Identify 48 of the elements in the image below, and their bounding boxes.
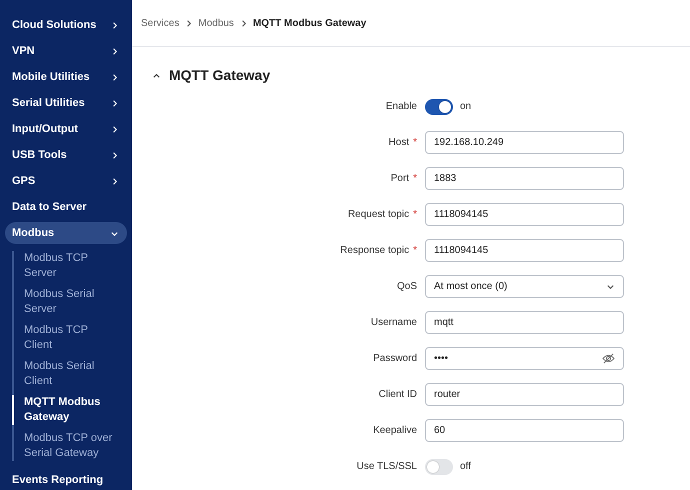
field-label: Port bbox=[390, 173, 410, 184]
input-field[interactable]: 1118094145 bbox=[425, 239, 624, 262]
input-field[interactable]: mqtt bbox=[425, 311, 624, 334]
sidebar-subitem[interactable]: Modbus TCP Server bbox=[12, 251, 127, 281]
sidebar-subitem[interactable]: MQTT Modbus Gateway bbox=[12, 395, 127, 425]
sidebar-item[interactable]: USB Tools bbox=[5, 144, 127, 166]
field-label: Username bbox=[370, 317, 417, 328]
toggle-switch[interactable] bbox=[425, 458, 453, 474]
sidebar-subitem[interactable]: Modbus TCP over Serial Gateway bbox=[12, 431, 127, 461]
sidebar-item[interactable]: GPS bbox=[5, 170, 127, 192]
required-mark: * bbox=[413, 245, 417, 256]
sidebar-item[interactable]: Cloud Solutions bbox=[5, 14, 127, 36]
field-label: Client ID bbox=[378, 389, 417, 400]
breadcrumb-link[interactable]: Modbus bbox=[198, 18, 234, 28]
field-label: QoS bbox=[396, 281, 417, 292]
sidebar-item[interactable]: Modbus bbox=[5, 222, 127, 244]
required-mark: * bbox=[413, 173, 417, 184]
sidebar-item[interactable]: Data to Server bbox=[5, 196, 127, 218]
field-label: Request topic bbox=[348, 209, 410, 220]
toggle-state: off bbox=[460, 461, 471, 472]
sidebar-subitem[interactable]: Modbus Serial Client bbox=[12, 359, 127, 389]
sidebar-item[interactable]: Mobile Utilities bbox=[5, 66, 127, 88]
sidebar-item[interactable]: Serial Utilities bbox=[5, 92, 127, 114]
sidebar-item[interactable]: Events Reporting bbox=[5, 469, 127, 490]
input-field[interactable]: router bbox=[425, 383, 624, 406]
select-field[interactable]: At most once (0) bbox=[425, 275, 624, 298]
section-title: MQTT Gateway bbox=[169, 67, 270, 83]
sidebar-item[interactable]: Input/Output bbox=[5, 118, 127, 140]
field-label: Response topic bbox=[340, 245, 410, 256]
sidebar-subitem[interactable]: Modbus Serial Server bbox=[12, 287, 127, 317]
field-label: Password bbox=[373, 353, 417, 364]
breadcrumb-link[interactable]: Services bbox=[141, 18, 180, 28]
toggle-switch[interactable] bbox=[425, 98, 453, 114]
input-field[interactable]: 60 bbox=[425, 419, 624, 442]
eye-off-icon[interactable] bbox=[602, 353, 615, 364]
field-label: Keepalive bbox=[373, 425, 417, 436]
field-label: Enable bbox=[386, 101, 417, 112]
field-label: Use TLS/SSL bbox=[356, 461, 417, 472]
input-field[interactable]: 192.168.10.249 bbox=[425, 131, 624, 154]
required-mark: * bbox=[413, 209, 417, 220]
toggle-state: on bbox=[460, 101, 472, 112]
sidebar-subitem[interactable]: Modbus TCP Client bbox=[12, 323, 127, 353]
required-mark: * bbox=[413, 137, 417, 148]
field-label: Host bbox=[388, 137, 410, 148]
password-field[interactable]: •••• bbox=[425, 347, 624, 370]
input-field[interactable]: 1118094145 bbox=[425, 203, 624, 226]
sidebar-item[interactable]: VPN bbox=[5, 40, 127, 62]
input-field[interactable]: 1883 bbox=[425, 167, 624, 190]
